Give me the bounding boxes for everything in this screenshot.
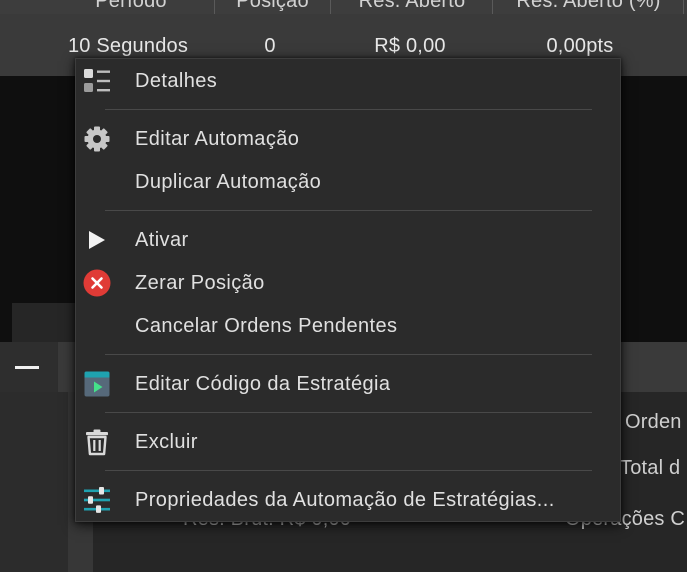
lower-panel-gutter [0, 392, 68, 572]
column-header-res-aberto[interactable]: Res. Aberto [331, 0, 493, 13]
separator-line [105, 412, 592, 413]
menu-item-propriedades[interactable]: Propriedades da Automação de Estratégias… [76, 478, 620, 521]
screen: Período Posição Res. Aberto Res. Aberto … [0, 0, 687, 572]
code-editor-icon [83, 370, 111, 398]
menu-item-label: Excluir [135, 430, 198, 453]
context-menu: Detalhes Editar Automação Duplicar Autom… [75, 58, 621, 522]
sliders-icon [83, 486, 111, 514]
menu-item-ativar[interactable]: Ativar [76, 218, 620, 261]
menu-item-editar-automacao[interactable]: Editar Automação [76, 117, 620, 160]
menu-item-editar-codigo[interactable]: Editar Código da Estratégia [76, 362, 620, 405]
trash-icon [83, 428, 111, 456]
column-header-res-aberto-pct[interactable]: Res. Aberto (%) [494, 0, 683, 13]
menu-item-label: Editar Automação [135, 127, 300, 150]
menu-separator [76, 347, 620, 362]
menu-item-zerar-posicao[interactable]: Zerar Posição [76, 261, 620, 304]
menu-item-label: Ativar [135, 228, 189, 251]
separator-line [105, 109, 592, 110]
separator-line [105, 470, 592, 471]
minimize-icon [15, 366, 39, 369]
label-total: Total d [620, 457, 681, 479]
menu-item-cancelar-ordens-pendentes[interactable]: Cancelar Ordens Pendentes [76, 304, 620, 347]
minimize-button[interactable] [0, 342, 58, 392]
column-header-periodo[interactable]: Período [47, 0, 215, 13]
separator-line [105, 210, 592, 211]
cell-res-aberto: R$ 0,00 [374, 35, 446, 57]
menu-separator [76, 203, 620, 218]
column-divider[interactable] [492, 0, 493, 14]
label-ordens: Orden [625, 411, 682, 433]
panel-tab-strip [12, 303, 75, 342]
column-divider[interactable] [330, 0, 331, 14]
menu-item-label: Editar Código da Estratégia [135, 372, 391, 395]
cell-periodo: 10 Segundos [67, 35, 189, 57]
menu-separator [76, 463, 620, 478]
menu-item-label: Propriedades da Automação de Estratégias… [135, 488, 555, 511]
close-circle-icon [83, 269, 111, 297]
menu-separator [76, 405, 620, 420]
cell-res-aberto-pct: 0,00pts [546, 35, 614, 57]
cell-posicao: 0 [264, 35, 276, 57]
menu-item-excluir[interactable]: Excluir [76, 420, 620, 463]
separator-line [105, 354, 592, 355]
play-icon [83, 226, 111, 254]
menu-item-detalhes[interactable]: Detalhes [76, 59, 620, 102]
menu-item-label: Duplicar Automação [135, 170, 322, 193]
details-list-icon [83, 67, 111, 95]
menu-item-label: Detalhes [135, 69, 218, 92]
menu-item-label: Zerar Posição [135, 271, 265, 294]
column-header-posicao[interactable]: Posição [215, 0, 330, 13]
menu-item-duplicar-automacao[interactable]: Duplicar Automação [76, 160, 620, 203]
menu-item-label: Cancelar Ordens Pendentes [135, 314, 398, 337]
menu-separator [76, 102, 620, 117]
column-divider[interactable] [214, 0, 215, 14]
gear-icon [83, 125, 111, 153]
table-header: Período Posição Res. Aberto Res. Aberto … [0, 0, 687, 14]
column-divider[interactable] [683, 0, 684, 14]
